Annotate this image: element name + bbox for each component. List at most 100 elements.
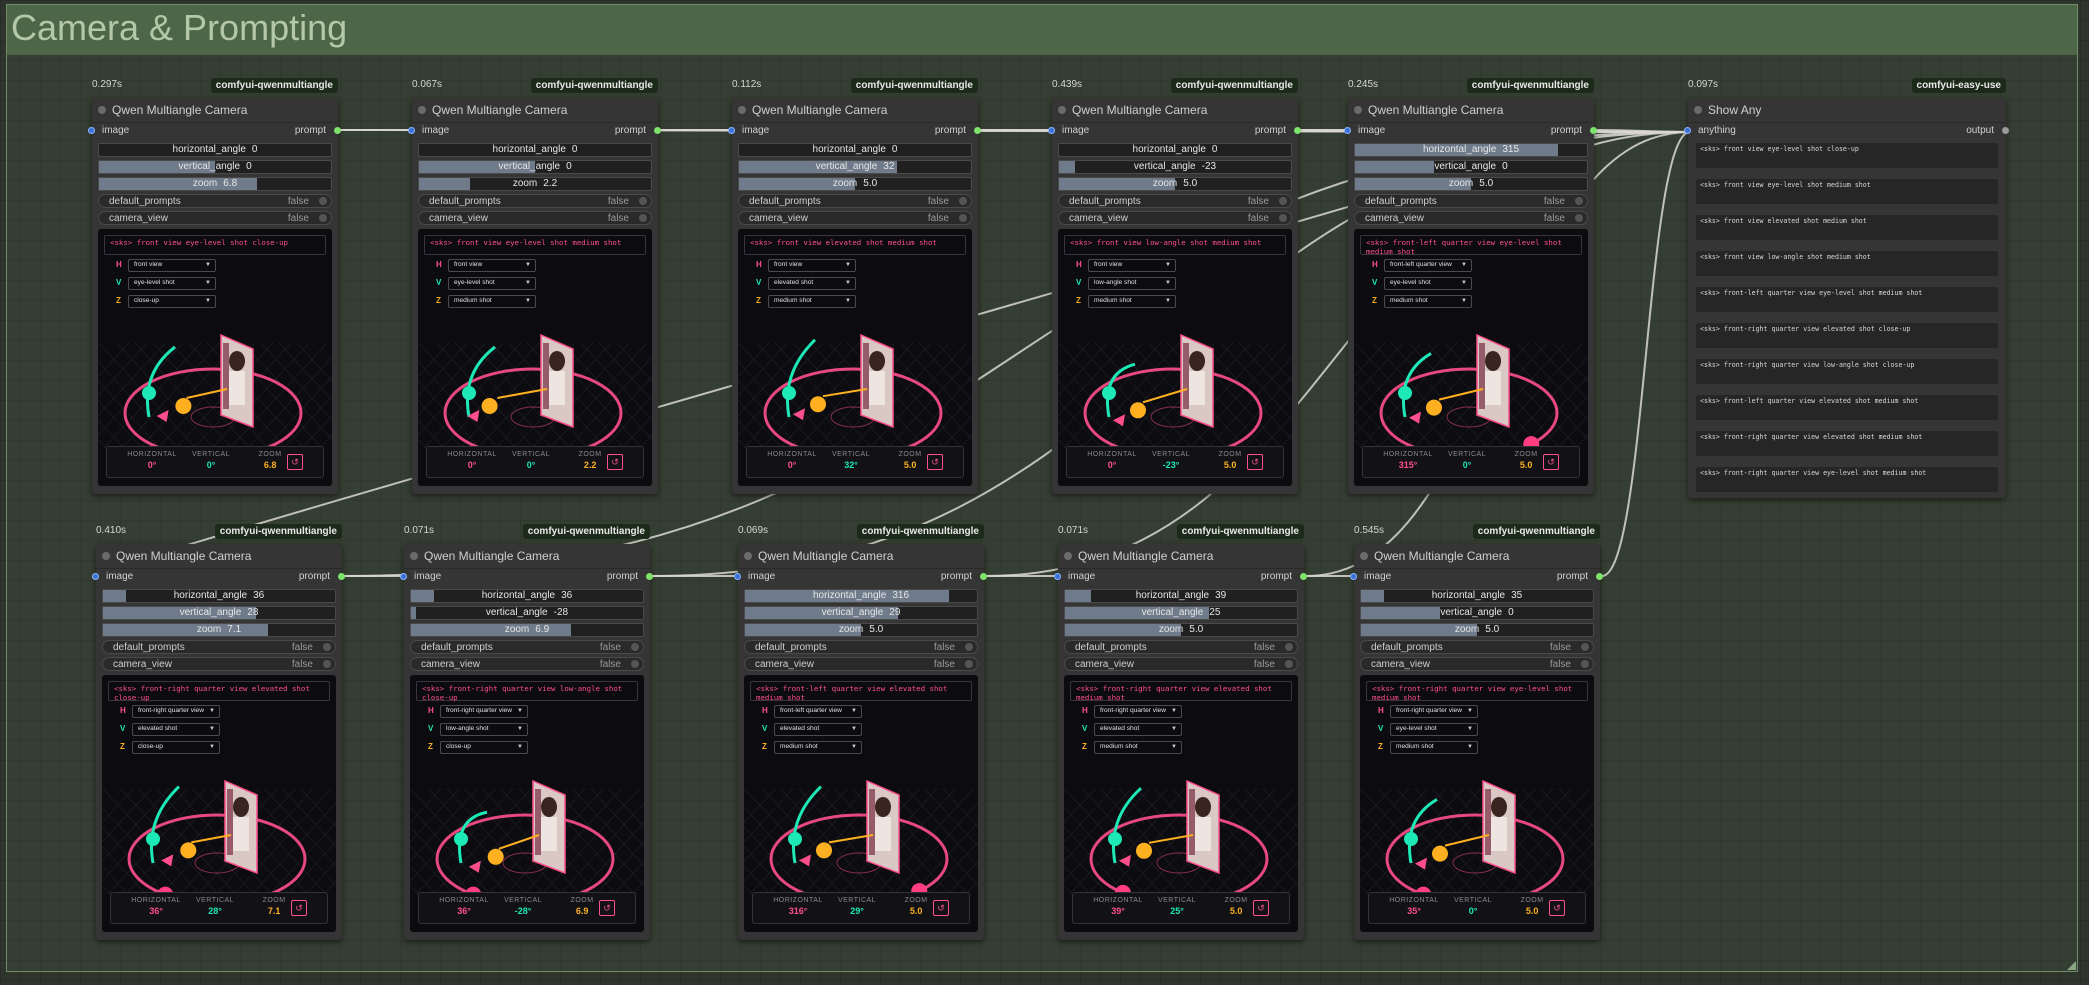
- zoom-slider[interactable]: zoom 5.0: [738, 177, 972, 191]
- camera-view-toggle[interactable]: camera_view false: [410, 657, 644, 671]
- reset-icon[interactable]: ↺: [287, 454, 303, 470]
- horizontal-view-select[interactable]: Hfront-right quarter view ▼: [120, 705, 270, 718]
- reset-icon[interactable]: ↺: [291, 900, 307, 916]
- select-box[interactable]: front-right quarter view ▼: [1390, 705, 1478, 718]
- vertical-view-select[interactable]: Veye-level shot ▼: [436, 277, 586, 290]
- toggle-knob[interactable]: [319, 197, 327, 205]
- node-title-bar[interactable]: Qwen Multiangle Camera: [1348, 98, 1594, 123]
- toggle-knob[interactable]: [639, 214, 647, 222]
- horizontal-angle-slider[interactable]: horizontal_angle 0: [1058, 143, 1292, 157]
- reset-icon[interactable]: ↺: [607, 454, 623, 470]
- image-input-socket[interactable]: [1350, 573, 1357, 580]
- default-prompts-toggle[interactable]: default_prompts false: [98, 194, 332, 208]
- camera-scene[interactable]: [410, 737, 644, 894]
- horizontal-view-select[interactable]: Hfront view ▼: [436, 259, 586, 272]
- output-text-row[interactable]: <sks> front-right quarter view elevated …: [1696, 323, 1998, 348]
- camera-visualizer[interactable]: <sks> front view eye-level shot close-up…: [98, 229, 332, 486]
- qwen-multiangle-camera-node[interactable]: 0.545s comfyui-qwenmultiangle Qwen Multian…: [1350, 524, 1603, 940]
- camera-scene[interactable]: [1064, 737, 1298, 894]
- camera-view-toggle[interactable]: camera_view false: [1058, 211, 1292, 225]
- select-box[interactable]: low-angle shot ▼: [1088, 277, 1176, 290]
- toggle-knob[interactable]: [323, 643, 331, 651]
- camera-view-toggle[interactable]: camera_view false: [98, 211, 332, 225]
- select-box[interactable]: eye-level shot ▼: [1390, 723, 1478, 736]
- camera-visualizer[interactable]: <sks> front-right quarter view low-angle…: [410, 675, 644, 932]
- prompt-output-socket[interactable]: [1596, 573, 1603, 580]
- qwen-multiangle-camera-node[interactable]: 0.112s comfyui-qwenmultiangle Qwen Multian…: [728, 78, 981, 494]
- camera-scene[interactable]: [1058, 291, 1292, 448]
- camera-visualizer[interactable]: <sks> front view low-angle shot medium s…: [1058, 229, 1292, 486]
- camera-view-toggle[interactable]: camera_view false: [418, 211, 652, 225]
- vertical-angle-slider[interactable]: vertical_angle 0: [418, 160, 652, 174]
- workflow-canvas[interactable]: Camera & Prompting 0.297s comfyui-qwenmul…: [0, 0, 2089, 985]
- node-title-bar[interactable]: Qwen Multiangle Camera: [1052, 98, 1298, 123]
- prompt-output-socket[interactable]: [334, 127, 341, 134]
- horizontal-angle-slider[interactable]: horizontal_angle 35: [1360, 589, 1594, 603]
- circle-icon[interactable]: [738, 106, 746, 114]
- select-box[interactable]: front-right quarter view ▼: [440, 705, 528, 718]
- vertical-angle-slider[interactable]: vertical_angle 28: [102, 606, 336, 620]
- image-input-socket[interactable]: [1344, 127, 1351, 134]
- zoom-slider[interactable]: zoom 7.1: [102, 623, 336, 637]
- toggle-knob[interactable]: [1575, 197, 1583, 205]
- camera-visualizer[interactable]: <sks> front-left quarter view eye-level …: [1354, 229, 1588, 486]
- default-prompts-toggle[interactable]: default_prompts false: [410, 640, 644, 654]
- node-title-bar[interactable]: Qwen Multiangle Camera: [1058, 544, 1304, 569]
- vertical-angle-slider[interactable]: vertical_angle 32: [738, 160, 972, 174]
- camera-visualizer[interactable]: <sks> front-left quarter view elevated s…: [744, 675, 978, 932]
- default-prompts-toggle[interactable]: default_prompts false: [102, 640, 336, 654]
- camera-visualizer[interactable]: <sks> front-right quarter view elevated …: [1064, 675, 1298, 932]
- prompt-output-socket[interactable]: [646, 573, 653, 580]
- default-prompts-toggle[interactable]: default_prompts false: [738, 194, 972, 208]
- prompt-output-socket[interactable]: [654, 127, 661, 134]
- vertical-angle-slider[interactable]: vertical_angle 0: [98, 160, 332, 174]
- qwen-multiangle-camera-node[interactable]: 0.069s comfyui-qwenmultiangle Qwen Multian…: [734, 524, 987, 940]
- output-text-row[interactable]: <sks> front-right quarter view eye-level…: [1696, 467, 1998, 492]
- zoom-slider[interactable]: zoom 6.8: [98, 177, 332, 191]
- camera-scene[interactable]: [744, 737, 978, 894]
- vertical-view-select[interactable]: Veye-level shot ▼: [116, 277, 266, 290]
- vertical-angle-slider[interactable]: vertical_angle 0: [1354, 160, 1588, 174]
- select-box[interactable]: front view ▼: [448, 259, 536, 272]
- vertical-view-select[interactable]: Vlow-angle shot ▼: [428, 723, 578, 736]
- horizontal-view-select[interactable]: Hfront view ▼: [756, 259, 906, 272]
- vertical-view-select[interactable]: Veye-level shot ▼: [1372, 277, 1522, 290]
- node-title-bar[interactable]: Qwen Multiangle Camera: [96, 544, 342, 569]
- reset-icon[interactable]: ↺: [1247, 454, 1263, 470]
- zoom-slider[interactable]: zoom 6.9: [410, 623, 644, 637]
- output-text-row[interactable]: <sks> front view eye-level shot medium s…: [1696, 179, 1998, 204]
- camera-visualizer[interactable]: <sks> front-right quarter view elevated …: [102, 675, 336, 932]
- image-input-socket[interactable]: [734, 573, 741, 580]
- default-prompts-toggle[interactable]: default_prompts false: [1064, 640, 1298, 654]
- toggle-knob[interactable]: [631, 660, 639, 668]
- horizontal-view-select[interactable]: Hfront-right quarter view ▼: [1378, 705, 1528, 718]
- vertical-view-select[interactable]: Vlow-angle shot ▼: [1076, 277, 1226, 290]
- default-prompts-toggle[interactable]: default_prompts false: [418, 194, 652, 208]
- prompt-output-socket[interactable]: [338, 573, 345, 580]
- vertical-angle-slider[interactable]: vertical_angle 29: [744, 606, 978, 620]
- select-box[interactable]: elevated shot ▼: [1094, 723, 1182, 736]
- circle-icon[interactable]: [1694, 106, 1702, 114]
- vertical-view-select[interactable]: Velevated shot ▼: [762, 723, 912, 736]
- output-text-row[interactable]: <sks> front view elevated shot medium sh…: [1696, 215, 1998, 240]
- image-input-socket[interactable]: [92, 573, 99, 580]
- select-box[interactable]: front-left quarter view ▼: [774, 705, 862, 718]
- horizontal-angle-slider[interactable]: horizontal_angle 0: [418, 143, 652, 157]
- qwen-multiangle-camera-node[interactable]: 0.439s comfyui-qwenmultiangle Qwen Multian…: [1048, 78, 1301, 494]
- output-text-row[interactable]: <sks> front-left quarter view eye-level …: [1696, 287, 1998, 312]
- zoom-slider[interactable]: zoom 5.0: [1354, 177, 1588, 191]
- prompt-output-socket[interactable]: [1590, 127, 1597, 134]
- default-prompts-toggle[interactable]: default_prompts false: [1058, 194, 1292, 208]
- default-prompts-toggle[interactable]: default_prompts false: [1354, 194, 1588, 208]
- image-input-socket[interactable]: [88, 127, 95, 134]
- image-input-socket[interactable]: [400, 573, 407, 580]
- zoom-slider[interactable]: zoom 2.2: [418, 177, 652, 191]
- select-box[interactable]: front view ▼: [1088, 259, 1176, 272]
- select-box[interactable]: front view ▼: [128, 259, 216, 272]
- output-text-row[interactable]: <sks> front view low-angle shot medium s…: [1696, 251, 1998, 276]
- horizontal-angle-slider[interactable]: horizontal_angle 0: [98, 143, 332, 157]
- select-box[interactable]: elevated shot ▼: [132, 723, 220, 736]
- node-title-bar[interactable]: Qwen Multiangle Camera: [738, 544, 984, 569]
- select-box[interactable]: front-right quarter view ▼: [132, 705, 220, 718]
- zoom-slider[interactable]: zoom 5.0: [1064, 623, 1298, 637]
